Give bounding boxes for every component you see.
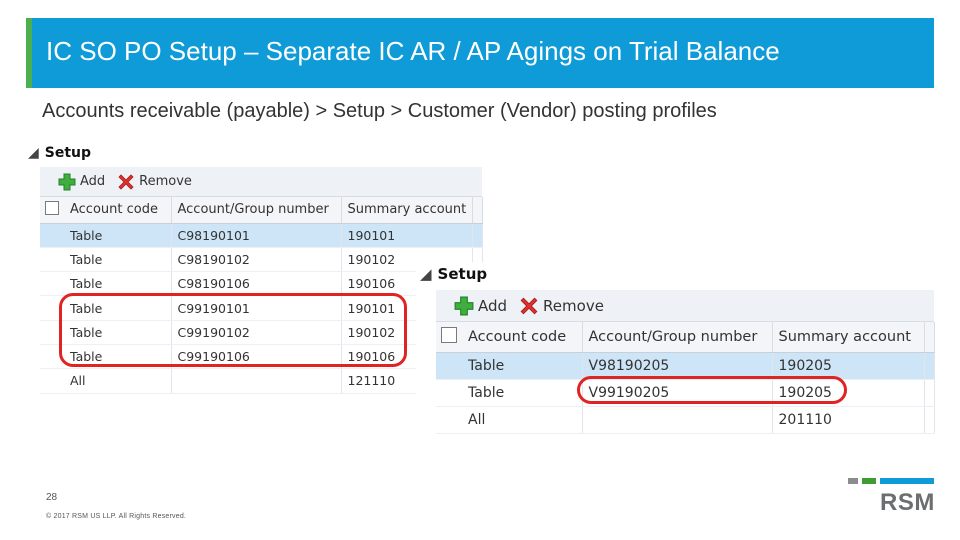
account-group-cell[interactable]: [582, 406, 773, 434]
grid-toolbar: Add Remove: [436, 290, 934, 322]
remove-button-label: Remove: [543, 296, 604, 315]
account-group-cell[interactable]: C98190102: [171, 247, 342, 273]
summary-account-cell[interactable]: 190205: [772, 379, 925, 407]
account-group-cell[interactable]: C98190101: [171, 223, 342, 248]
grid-toolbar: Add Remove: [40, 167, 482, 197]
column-header-account-group[interactable]: Account/Group number: [171, 197, 342, 224]
slide-title: IC SO PO Setup – Separate IC AR / AP Agi…: [46, 36, 780, 66]
posting-profile-grid: Account code Account/Group number Summar…: [436, 322, 935, 440]
remove-x-icon: [118, 173, 134, 190]
vendor-posting-profile-setup: ◢ Setup Add Remove Account code Account/…: [416, 262, 935, 440]
logo-bar: [848, 478, 858, 484]
account-code-cell[interactable]: Table: [64, 247, 172, 273]
table-row[interactable]: Table C98190101 190101: [40, 223, 483, 248]
row-checkbox-cell: [40, 223, 64, 248]
copyright-notice: © 2017 RSM US LLP. All Rights Reserved.: [46, 513, 187, 520]
navigation-path: Accounts receivable (payable) > Setup > …: [42, 100, 717, 122]
column-header-overflow: [472, 197, 483, 224]
row-checkbox-cell: [436, 406, 462, 434]
title-accent-stripe: [26, 18, 32, 88]
add-plus-icon: [58, 173, 76, 190]
row-checkbox-cell: [40, 344, 64, 370]
row-checkbox-cell: [40, 271, 64, 297]
summary-account-cell[interactable]: 190205: [772, 352, 925, 380]
account-code-cell[interactable]: All: [64, 368, 172, 394]
overflow-cell: [924, 352, 935, 380]
row-checkbox-cell: [40, 295, 64, 321]
table-row[interactable]: All 201110: [436, 406, 935, 434]
select-all-cell: [436, 322, 462, 353]
setup-section-header[interactable]: ◢ Setup: [420, 265, 487, 283]
remove-x-icon: [520, 297, 538, 314]
table-row[interactable]: Table V98190205 190205: [436, 352, 935, 380]
account-code-cell[interactable]: Table: [462, 352, 583, 380]
add-button-label: Add: [80, 174, 106, 189]
column-header-account-code[interactable]: Account code: [462, 322, 583, 353]
setup-section-label: Setup: [437, 265, 488, 283]
page-number: 28: [46, 492, 58, 503]
add-button[interactable]: Add: [454, 296, 507, 316]
overflow-cell: [924, 379, 935, 407]
collapse-triangle-icon[interactable]: ◢: [420, 265, 432, 283]
summary-account-cell[interactable]: 190101: [341, 223, 473, 248]
overflow-cell: [924, 406, 935, 434]
table-row[interactable]: Table V99190205 190205: [436, 379, 935, 407]
column-header-summary-account[interactable]: Summary account: [772, 322, 925, 353]
overflow-cell: [472, 223, 483, 248]
row-checkbox-cell: [40, 247, 64, 273]
logo-bar: [880, 478, 934, 484]
grid-header-row: Account code Account/Group number Summar…: [436, 322, 935, 353]
account-group-cell[interactable]: C99190106: [171, 344, 342, 370]
select-all-checkbox[interactable]: [45, 200, 59, 215]
logo-bar: [862, 478, 876, 484]
column-header-summary-account[interactable]: Summary account: [341, 197, 473, 224]
setup-section-header[interactable]: ◢ Setup: [28, 145, 91, 161]
row-checkbox-cell: [40, 368, 64, 394]
add-button[interactable]: Add: [58, 173, 105, 191]
column-header-account-code[interactable]: Account code: [64, 197, 172, 224]
slide-title-bar: IC SO PO Setup – Separate IC AR / AP Agi…: [26, 18, 934, 88]
account-code-cell[interactable]: Table: [64, 295, 172, 321]
remove-button[interactable]: Remove: [117, 173, 192, 191]
account-code-cell[interactable]: Table: [64, 344, 172, 370]
rsm-logo: RSM: [848, 478, 934, 518]
remove-button-label: Remove: [139, 174, 192, 189]
account-code-cell[interactable]: Table: [462, 379, 583, 407]
row-checkbox-cell: [436, 379, 462, 407]
account-code-cell[interactable]: Table: [64, 320, 172, 345]
row-checkbox-cell: [40, 320, 64, 345]
account-group-cell[interactable]: V99190205: [582, 379, 773, 407]
account-code-cell[interactable]: Table: [64, 223, 172, 248]
grid-header-row: Account code Account/Group number Summar…: [40, 197, 483, 224]
row-checkbox-cell: [436, 352, 462, 380]
collapse-triangle-icon[interactable]: ◢: [28, 145, 39, 161]
select-all-checkbox[interactable]: [441, 326, 457, 343]
account-code-cell[interactable]: All: [462, 406, 583, 434]
account-group-cell[interactable]: C99190101: [171, 295, 342, 321]
account-group-cell[interactable]: V98190205: [582, 352, 773, 380]
column-header-account-group[interactable]: Account/Group number: [582, 322, 773, 353]
customer-posting-profile-setup: ◢ Setup Add Remove Account code Account/…: [14, 140, 483, 412]
select-all-cell: [40, 197, 64, 224]
account-code-cell[interactable]: Table: [64, 271, 172, 297]
remove-button[interactable]: Remove: [519, 296, 604, 316]
setup-section-label: Setup: [44, 145, 92, 161]
add-plus-icon: [454, 296, 474, 315]
logo-wordmark: RSM: [880, 489, 935, 516]
account-group-cell[interactable]: C98190106: [171, 271, 342, 297]
account-group-cell[interactable]: C99190102: [171, 320, 342, 345]
column-header-overflow: [924, 322, 935, 353]
account-group-cell[interactable]: [171, 368, 342, 394]
add-button-label: Add: [478, 296, 508, 315]
summary-account-cell[interactable]: 201110: [772, 406, 925, 434]
